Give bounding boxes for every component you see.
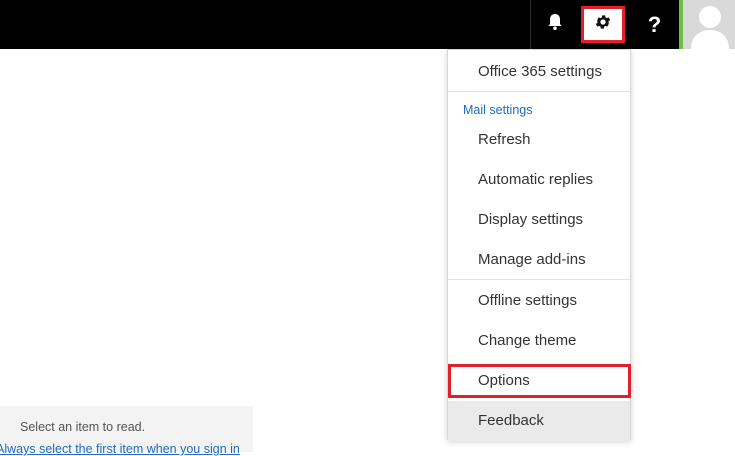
top-bar: ? [0,0,735,49]
notifications-button[interactable] [530,0,579,49]
reading-pane: Select an item to read. Always select th… [0,406,253,456]
menu-item-options[interactable]: Options [448,364,631,398]
gear-icon [594,13,612,36]
help-button[interactable]: ? [630,0,679,49]
menu-item-office-365-settings[interactable]: Office 365 settings [448,52,630,92]
settings-menu: Office 365 settings Mail settings Refres… [447,49,631,441]
settings-button[interactable] [581,6,625,43]
help-label: ? [647,11,662,37]
bell-icon [547,13,563,36]
menu-item-automatic-replies[interactable]: Automatic replies [448,160,630,200]
menu-item-change-theme[interactable]: Change theme [448,321,630,361]
user-silhouette-icon [691,6,729,49]
reading-pane-prompt: Select an item to read. [20,420,146,434]
menu-item-manage-add-ins[interactable]: Manage add-ins [448,240,630,280]
avatar[interactable] [679,0,735,49]
menu-divider [448,279,630,280]
menu-item-display-settings[interactable]: Display settings [448,200,630,240]
select-first-item-link[interactable]: Always select the first item when you si… [0,442,240,456]
mail-settings-header: Mail settings [463,103,533,117]
menu-divider [448,91,630,92]
menu-item-offline-settings[interactable]: Offline settings [448,281,630,321]
menu-item-refresh[interactable]: Refresh [448,120,630,160]
menu-item-feedback[interactable]: Feedback [448,401,630,441]
